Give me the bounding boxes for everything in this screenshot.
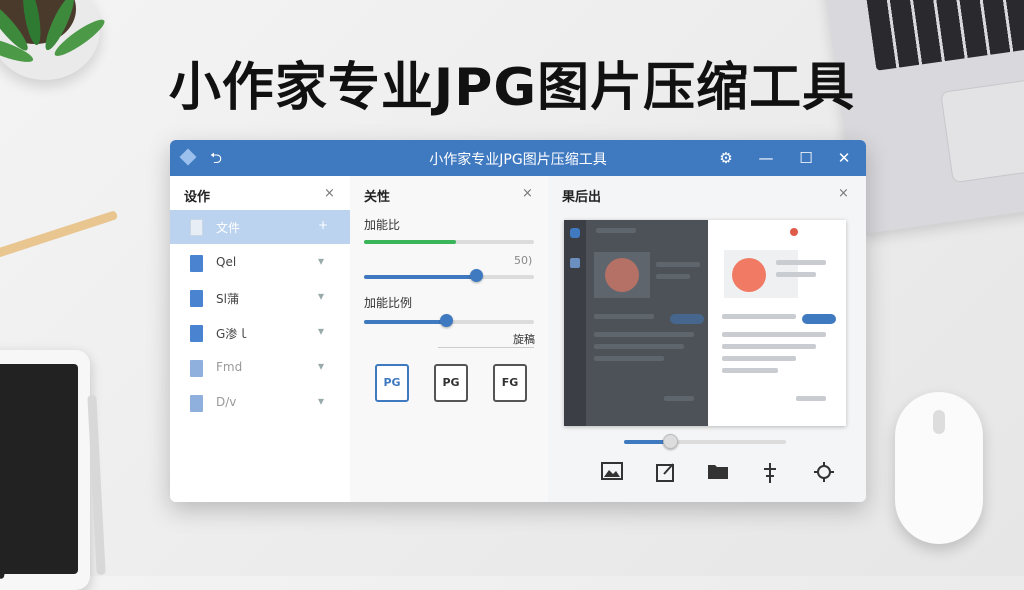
preview-pill bbox=[802, 314, 836, 324]
scale-slider-handle[interactable] bbox=[439, 314, 453, 327]
compression-progress-fill bbox=[364, 240, 456, 244]
compression-scale-label: 加能比例 bbox=[364, 296, 413, 310]
tablet-screen bbox=[0, 364, 78, 574]
quality-slider-track[interactable] bbox=[364, 275, 534, 279]
minimize-button[interactable]: — bbox=[756, 148, 776, 168]
file-list-item[interactable]: D/v ▾ bbox=[170, 386, 350, 420]
settings-pane-title: 关性 bbox=[364, 190, 391, 205]
quality-slider-handle[interactable] bbox=[470, 269, 484, 282]
preview-status-dot bbox=[790, 228, 798, 236]
value-label: 50) bbox=[514, 254, 533, 267]
file-icon bbox=[190, 255, 203, 272]
file-list-item[interactable]: Qel ▾ bbox=[170, 246, 350, 280]
zoom-slider-handle[interactable] bbox=[663, 434, 679, 449]
settings-gear-icon[interactable]: ⚙ bbox=[716, 148, 736, 168]
computer-mouse bbox=[895, 392, 983, 544]
format-fg-button[interactable]: FG bbox=[493, 364, 527, 402]
preview-sidebar bbox=[564, 220, 586, 426]
file-list-item[interactable]: 文件 + bbox=[170, 210, 350, 244]
zoom-slider-track[interactable] bbox=[624, 440, 786, 444]
rotate-link[interactable]: 旋稿 bbox=[513, 331, 535, 347]
app-window: ⮌ 小作家专业JPG图片压缩工具 ⚙ — ☐ ✕ 设作 × 文件 + Qel ▾… bbox=[170, 140, 866, 502]
format-png-button[interactable]: PG bbox=[434, 364, 468, 402]
titlebar: ⮌ 小作家专业JPG图片压缩工具 ⚙ — ☐ ✕ bbox=[170, 140, 866, 176]
format-jpg-button[interactable]: PG bbox=[375, 364, 409, 402]
file-label: D/v bbox=[216, 395, 237, 409]
file-list-item[interactable]: Sl蒲 ▾ bbox=[170, 281, 350, 315]
preview-app-icon bbox=[570, 228, 580, 238]
quality-slider-fill bbox=[364, 275, 477, 279]
mouse-wheel bbox=[933, 410, 945, 434]
file-icon bbox=[190, 290, 203, 307]
preview-dark-half bbox=[564, 220, 708, 426]
file-label: Sl蒲 bbox=[216, 292, 239, 306]
image-preview[interactable] bbox=[564, 220, 846, 426]
align-icon[interactable] bbox=[758, 462, 782, 486]
file-icon bbox=[190, 360, 203, 377]
file-label: G渗ｌ bbox=[216, 327, 250, 341]
compression-progress-track bbox=[364, 240, 534, 244]
file-list-item[interactable]: Fmd ▾ bbox=[170, 351, 350, 385]
scale-slider-fill bbox=[364, 320, 446, 324]
files-pane-title: 设作 bbox=[184, 190, 211, 205]
preview-pane-title: 果后出 bbox=[562, 190, 602, 205]
crop-target-icon[interactable] bbox=[812, 462, 836, 486]
image-icon[interactable] bbox=[600, 462, 624, 486]
file-icon bbox=[190, 395, 203, 412]
chevron-down-icon[interactable]: ▾ bbox=[318, 289, 324, 303]
divider bbox=[438, 347, 534, 348]
compression-ratio-label: 加能比 bbox=[364, 218, 401, 232]
pencil bbox=[87, 394, 106, 576]
edit-export-icon[interactable] bbox=[654, 462, 678, 486]
preview-pane-close-icon[interactable]: × bbox=[838, 186, 849, 201]
tablet bbox=[0, 350, 90, 590]
settings-pane-close-icon[interactable]: × bbox=[522, 186, 533, 201]
settings-pane: 关性 × 加能比 50) 加能比例 旋稿 PG PG FG bbox=[350, 176, 549, 502]
chevron-down-icon[interactable]: ▾ bbox=[318, 394, 324, 408]
file-icon bbox=[190, 219, 203, 236]
maximize-button[interactable]: ☐ bbox=[796, 148, 816, 168]
folder-icon[interactable] bbox=[706, 462, 730, 486]
close-button[interactable]: ✕ bbox=[834, 148, 854, 168]
file-label: 文件 bbox=[216, 221, 241, 235]
preview-thumb bbox=[594, 252, 650, 298]
preview-nav-icon bbox=[570, 258, 580, 268]
file-list-item[interactable]: G渗ｌ ▾ bbox=[170, 316, 350, 350]
files-pane-close-icon[interactable]: × bbox=[324, 186, 335, 201]
headline: 小作家专业JPG图片压缩工具 bbox=[168, 58, 856, 118]
chevron-down-icon[interactable]: ▾ bbox=[318, 324, 324, 338]
file-icon bbox=[190, 325, 203, 342]
files-pane: 设作 × 文件 + Qel ▾ Sl蒲 ▾ G渗ｌ ▾ Fmd ▾ D/v ▾ bbox=[170, 176, 351, 502]
pencil bbox=[0, 210, 119, 259]
preview-pane: 果后出 × bbox=[548, 176, 866, 502]
file-label: Fmd bbox=[216, 360, 243, 374]
preview-pill bbox=[670, 314, 704, 324]
file-label: Qel bbox=[216, 255, 237, 269]
chevron-down-icon[interactable]: ▾ bbox=[318, 359, 324, 373]
add-file-icon[interactable]: + bbox=[318, 218, 328, 232]
chevron-down-icon[interactable]: ▾ bbox=[318, 254, 324, 268]
